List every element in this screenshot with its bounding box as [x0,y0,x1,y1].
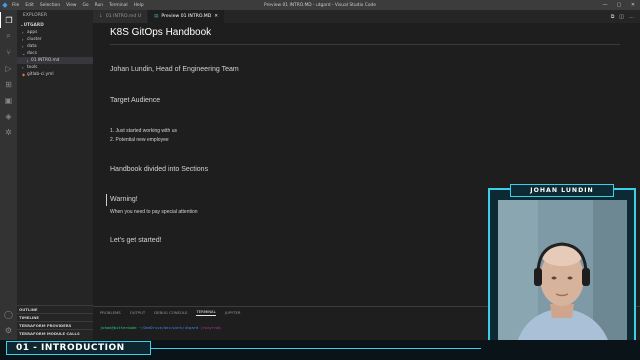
menu-terminal[interactable]: Terminal [109,3,128,8]
explorer-sidebar: EXPLORER ⌄ UTGARD › apps › cluster › data ⌄ d… [17,10,93,360]
preview-audience-title: Target Audience [110,97,161,104]
section-label: OUTLINE [19,307,38,312]
section-terraform-modules[interactable]: TERRAFORM MODULE CALLS [17,329,93,337]
terminal-user: johan@bitterdude [100,325,137,330]
heading-rule [110,44,620,45]
preview-icon: ▤ [154,14,159,19]
maximize-icon[interactable]: ▢ [612,0,626,10]
preview-heading: K8S GitOps Handbook [110,27,212,38]
menu-edit[interactable]: Edit [25,3,34,8]
kubernetes-icon[interactable]: ✲ [0,124,17,140]
source-control-icon[interactable]: ⑂ [0,44,17,60]
preview-sections-title: Handbook divided into Sections [110,166,209,173]
presenter-image [498,200,627,340]
banner-accent-line [151,348,481,349]
tree-item-label: docs [27,51,37,56]
explorer-header: EXPLORER [23,13,48,18]
terminal-branch: (run/rnd) [200,325,222,330]
preview-warning-text: When you need to pay special attention [110,209,198,215]
tree-item-cluster[interactable]: › cluster [17,36,93,43]
section-label: TIMELINE [19,315,39,320]
tree-item-docs[interactable]: ⌄ docs [17,50,93,57]
menu-go[interactable]: Go [83,3,89,8]
section-banner: 01 - INTRODUCTION [0,337,640,360]
tab-output[interactable]: OUTPUT [130,310,145,315]
preview-closing: Let's get started! [110,237,162,244]
run-debug-icon[interactable]: ▷ [0,60,17,76]
tree-item-tools[interactable]: › tools [17,64,93,71]
split-editor-icon[interactable]: ◫ [619,14,624,20]
tab-preview-intro[interactable]: ▤ Preview 01 INTRO.MD ✕ [148,10,226,23]
explorer-icon[interactable]: ❐ [0,12,17,28]
menu-help[interactable]: Help [134,3,144,8]
terminal-path: ~/OneDrive/dev/work/utgard [138,325,199,330]
section-outline[interactable]: OUTLINE [17,305,93,313]
tab-terminal[interactable]: TERMINAL [196,309,216,316]
tab-debug-console[interactable]: DEBUG CONSOLE [154,310,187,315]
menu-bar: File Edit Selection View Go Run Terminal… [12,3,144,8]
presenter-name: JOHAN LUNDIN [510,184,614,197]
tab-intro-md[interactable]: ↓ 01 INTRO.md U [93,10,149,23]
tab-label: Preview 01 INTRO.MD [161,14,212,19]
preview-audience-item: 2. Potential new employee [110,137,169,143]
open-source-icon[interactable]: ⧉ [611,14,615,20]
section-terraform-providers[interactable]: TERRAFORM PROVIDERS [17,321,93,329]
presenter-video [498,200,627,340]
preview-warning-title: Warning! [110,196,138,203]
blockquote-bar [106,194,107,206]
tree-item-gitlab-ci[interactable]: ◆ gitlab-ci.yml [17,71,93,78]
tree-item-data[interactable]: › data [17,43,93,50]
tree-item-label: gitlab-ci.yml [27,72,54,77]
tree-item-label: apps [27,30,38,35]
tab-label: 01 INTRO.md U [105,14,142,19]
preview-audience-item: 1. Just started working with us [110,128,177,134]
tree-item-label: data [27,44,37,49]
menu-file[interactable]: File [12,3,19,8]
section-label: TERRAFORM MODULE CALLS [19,331,80,336]
section-label: TERRAFORM PROVIDERS [19,323,72,328]
menu-run[interactable]: Run [95,3,103,8]
account-icon[interactable]: ◯ [0,306,17,322]
tree-item-apps[interactable]: › apps [17,29,93,36]
tab-problems[interactable]: PROBLEMS [100,310,121,315]
remote-explorer-icon[interactable]: ▣ [0,92,17,108]
title-bar: ◆ File Edit Selection View Go Run Termin… [0,0,640,10]
presenter-camera: JOHAN LUNDIN [488,184,636,350]
preview-author: Johan Lundin, Head of Engineering Team [110,66,239,73]
terraform-icon[interactable]: ◈ [0,108,17,124]
banner-title: 01 - INTRODUCTION [16,343,125,353]
tab-jupyter[interactable]: JUPYTER [225,310,241,315]
settings-gear-icon[interactable]: ⚙ [0,322,17,338]
markdown-file-icon: ↓ [99,14,103,19]
vscode-logo-icon: ◆ [2,1,8,9]
minimize-icon[interactable]: — [598,0,612,10]
more-actions-icon[interactable]: … [629,14,634,20]
tree-item-intro-md[interactable]: ↓ 01 INTRO.md [17,57,93,64]
close-icon[interactable]: ✕ [626,0,640,10]
search-icon[interactable]: ⌕ [0,28,17,44]
menu-view[interactable]: View [66,3,76,8]
tree-item-label: cluster [27,37,42,42]
section-timeline[interactable]: TIMELINE [17,313,93,321]
workspace-root[interactable]: ⌄ UTGARD [17,21,93,29]
editor-tab-bar: ↓ 01 INTRO.md U ▤ Preview 01 INTRO.MD ✕ ⧉ ◫… [93,10,640,23]
menu-selection[interactable]: Selection [40,3,60,8]
tree-item-label: 01 INTRO.md [31,58,60,63]
close-tab-icon[interactable]: ✕ [214,14,218,19]
activity-bar: ❐ ⌕ ⑂ ▷ ⊞ ▣ ◈ ✲ ◯ ⚙ [0,10,17,360]
workspace-root-label: UTGARD [23,22,44,28]
tree-item-label: tools [27,65,38,70]
extensions-icon[interactable]: ⊞ [0,76,17,92]
